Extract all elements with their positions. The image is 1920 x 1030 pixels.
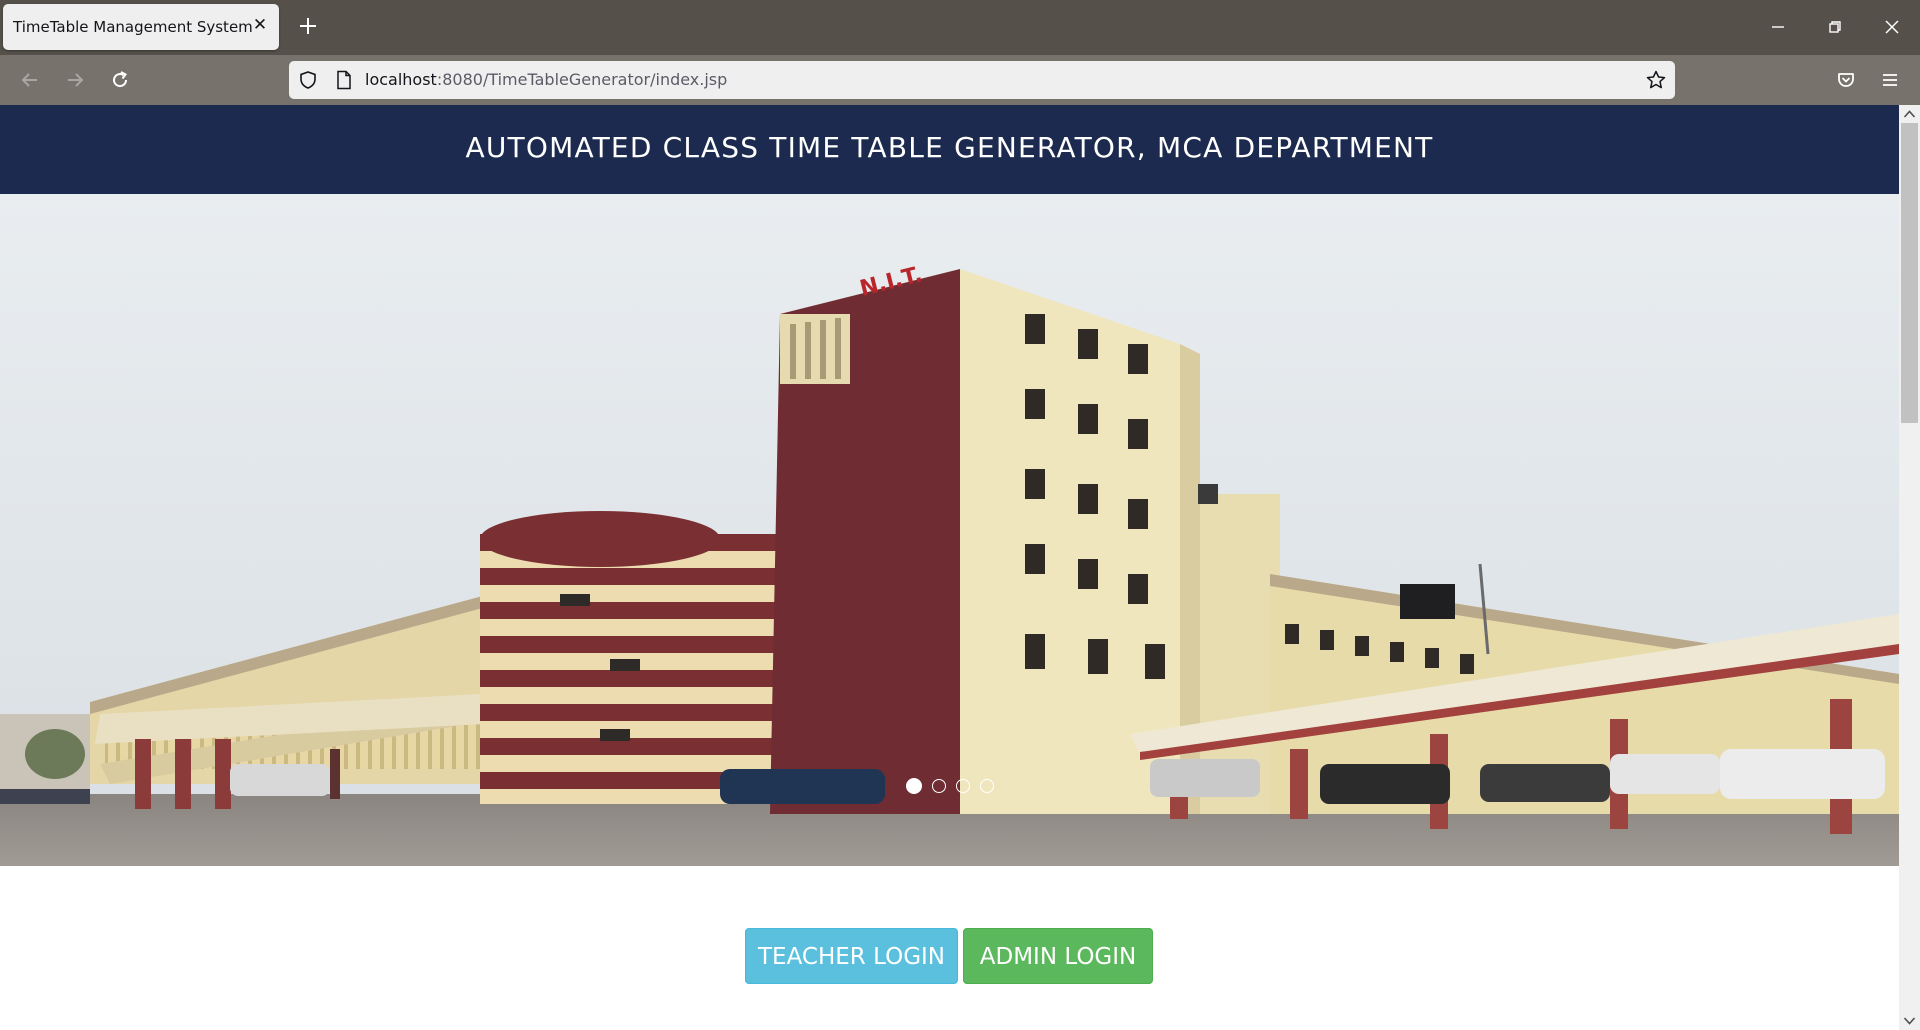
carousel-indicator-1[interactable] <box>905 777 922 794</box>
page-title: AUTOMATED CLASS TIME TABLE GENERATOR, MC… <box>465 131 1434 164</box>
forward-arrow-icon[interactable] <box>62 67 88 93</box>
admin-login-button[interactable]: ADMIN LOGIN <box>963 928 1153 984</box>
url-host: localhost <box>365 70 437 89</box>
browser-tab[interactable]: TimeTable Management System ✕ <box>3 4 279 50</box>
shield-icon[interactable] <box>298 70 318 90</box>
carousel-indicator-4[interactable] <box>979 778 994 793</box>
scroll-down-arrow-icon[interactable] <box>1903 1016 1916 1026</box>
carousel-indicators <box>0 775 1899 794</box>
minimize-icon[interactable] <box>1765 14 1791 40</box>
scroll-up-arrow-icon[interactable] <box>1903 109 1916 119</box>
carousel-indicator-3[interactable] <box>955 778 970 793</box>
page-scrollbar[interactable] <box>1899 105 1920 1030</box>
image-carousel[interactable]: N.I.T. <box>0 194 1899 866</box>
back-arrow-icon[interactable] <box>17 67 43 93</box>
url-path: :8080/TimeTableGenerator/index.jsp <box>436 70 728 89</box>
bookmark-star-icon[interactable] <box>1645 69 1667 91</box>
tab-title: TimeTable Management System <box>13 18 253 36</box>
browser-tabstrip: TimeTable Management System ✕ <box>0 0 1920 55</box>
page-icon[interactable] <box>335 70 353 90</box>
site-header: AUTOMATED CLASS TIME TABLE GENERATOR, MC… <box>0 105 1899 194</box>
browser-toolbar: localhost:8080/TimeTableGenerator/index.… <box>0 55 1920 105</box>
carousel-slide-image: N.I.T. <box>0 194 1899 866</box>
restore-icon[interactable] <box>1822 14 1848 40</box>
window-close-icon[interactable] <box>1879 14 1905 40</box>
menu-icon[interactable] <box>1877 67 1903 93</box>
url-text[interactable]: localhost:8080/TimeTableGenerator/index.… <box>365 70 727 89</box>
page-viewport: AUTOMATED CLASS TIME TABLE GENERATOR, MC… <box>0 105 1920 1030</box>
new-tab-icon[interactable] <box>295 13 321 39</box>
teacher-login-button[interactable]: TEACHER LOGIN <box>745 928 958 984</box>
pocket-icon[interactable] <box>1833 67 1859 93</box>
reload-icon[interactable] <box>107 67 133 93</box>
carousel-indicator-2[interactable] <box>931 778 946 793</box>
tab-close-icon[interactable]: ✕ <box>251 16 269 34</box>
scrollbar-thumb[interactable] <box>1901 123 1918 423</box>
address-bar[interactable]: localhost:8080/TimeTableGenerator/index.… <box>289 61 1675 99</box>
